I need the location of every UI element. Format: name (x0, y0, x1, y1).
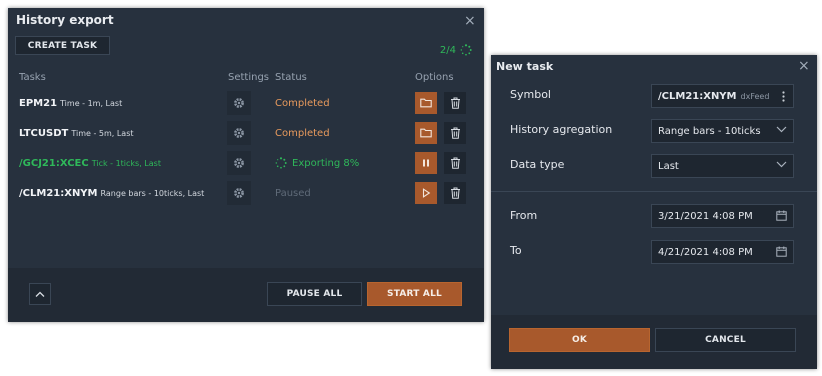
pause-all-button[interactable]: PAUSE ALL (267, 282, 362, 306)
play-task-button[interactable] (415, 182, 437, 204)
column-header-settings: Settings (228, 72, 270, 83)
new-task-footer: OK CANCEL (491, 315, 817, 369)
task-row: EPM21 Time - 1m, Last Completed (8, 88, 484, 118)
gear-icon (233, 187, 245, 199)
task-name-cell: /GCJ21:XCEC Tick - 1ticks, Last (19, 148, 161, 178)
trash-icon (450, 127, 461, 139)
folder-icon (420, 98, 432, 108)
data-type-value: Last (658, 160, 679, 172)
task-name-cell: LTCUSDT Time - 5m, Last (19, 118, 134, 148)
history-export-panel: History export × CREATE TASK 2/4 Tasks S… (8, 8, 484, 322)
close-icon[interactable]: × (464, 14, 476, 28)
trash-icon (450, 97, 461, 109)
play-icon (421, 188, 431, 198)
gear-icon (233, 157, 245, 169)
task-name-cell: EPM21 Time - 1m, Last (19, 88, 122, 118)
task-description: Time - 5m, Last (71, 128, 134, 138)
history-export-title: History export (16, 13, 114, 27)
task-counter: 2/4 (440, 44, 472, 56)
aggregation-select[interactable]: Range bars - 10ticks (651, 119, 794, 143)
create-task-button[interactable]: CREATE TASK (15, 36, 110, 55)
to-label: To (510, 244, 522, 257)
pause-task-button[interactable] (415, 152, 437, 174)
task-row: /CLM21:XNYM Range bars - 10ticks, Last P… (8, 178, 484, 208)
symbol-value: /CLM21:XNYM (658, 90, 737, 102)
from-date-value: 3/21/2021 4:08 PM (658, 210, 753, 222)
task-counter-text: 2/4 (439, 44, 456, 56)
calendar-icon[interactable] (776, 246, 787, 257)
task-description: Range bars - 10ticks, Last (100, 188, 205, 198)
divider (491, 191, 817, 192)
symbol-source: dxFeed (740, 91, 770, 101)
cancel-button[interactable]: CANCEL (655, 328, 796, 352)
task-status: Paused (275, 187, 311, 199)
delete-task-button[interactable] (444, 92, 466, 114)
column-header-status: Status (275, 72, 307, 83)
symbol-label: Symbol (510, 88, 551, 101)
spinner-icon (460, 44, 472, 56)
task-symbol: EPM21 (19, 97, 58, 109)
task-name-cell: /CLM21:XNYM Range bars - 10ticks, Last (19, 178, 204, 208)
history-footer: PAUSE ALL START ALL (8, 268, 484, 322)
collapse-button[interactable] (29, 283, 51, 305)
data-type-select[interactable]: Last (651, 154, 794, 178)
folder-icon (420, 128, 432, 138)
open-folder-button[interactable] (415, 122, 437, 144)
data-type-label: Data type (510, 158, 565, 171)
delete-task-button[interactable] (444, 122, 466, 144)
task-description: Time - 1m, Last (60, 98, 123, 108)
task-row: LTCUSDT Time - 5m, Last Completed (8, 118, 484, 148)
ok-button[interactable]: OK (509, 328, 650, 352)
delete-task-button[interactable] (444, 182, 466, 204)
task-symbol: /GCJ21:XCEC (19, 157, 89, 169)
task-row: /GCJ21:XCEC Tick - 1ticks, Last Exportin… (8, 148, 484, 178)
task-status: Completed (275, 97, 330, 109)
trash-icon (450, 157, 461, 169)
gear-icon (233, 97, 245, 109)
new-task-panel: New task × Symbol /CLM21:XNYM dxFeed His… (491, 55, 817, 369)
task-status: Exporting 8% (275, 148, 359, 178)
task-status: Completed (275, 127, 330, 139)
task-symbol: LTCUSDT (19, 127, 69, 139)
chevron-up-icon (35, 291, 45, 298)
column-header-tasks: Tasks (19, 72, 46, 83)
from-label: From (510, 209, 538, 222)
task-settings-button[interactable] (227, 91, 251, 115)
task-settings-button[interactable] (227, 181, 251, 205)
gear-icon (233, 127, 245, 139)
close-icon[interactable]: × (798, 59, 810, 73)
symbol-field[interactable]: /CLM21:XNYM dxFeed (651, 84, 794, 108)
calendar-icon[interactable] (776, 210, 787, 221)
task-description: Tick - 1ticks, Last (91, 158, 161, 168)
start-all-button[interactable]: START ALL (367, 282, 462, 306)
new-task-title: New task (496, 60, 554, 73)
column-header-options: Options (415, 72, 454, 83)
task-settings-button[interactable] (227, 121, 251, 145)
chevron-down-icon (776, 161, 787, 168)
chevron-down-icon (776, 126, 787, 133)
task-symbol: /CLM21:XNYM (19, 187, 98, 199)
task-status-text: Exporting 8% (292, 157, 360, 169)
trash-icon (450, 187, 461, 199)
open-folder-button[interactable] (415, 92, 437, 114)
more-vertical-icon[interactable] (782, 91, 785, 102)
pause-icon (421, 158, 431, 168)
task-settings-button[interactable] (227, 151, 251, 175)
aggregation-value: Range bars - 10ticks (658, 125, 761, 137)
delete-task-button[interactable] (444, 152, 466, 174)
to-date-value: 4/21/2021 4:08 PM (658, 246, 753, 258)
spinner-icon (275, 157, 287, 169)
from-date-field[interactable]: 3/21/2021 4:08 PM (651, 204, 794, 228)
aggregation-label: History agregation (510, 123, 613, 136)
to-date-field[interactable]: 4/21/2021 4:08 PM (651, 240, 794, 264)
